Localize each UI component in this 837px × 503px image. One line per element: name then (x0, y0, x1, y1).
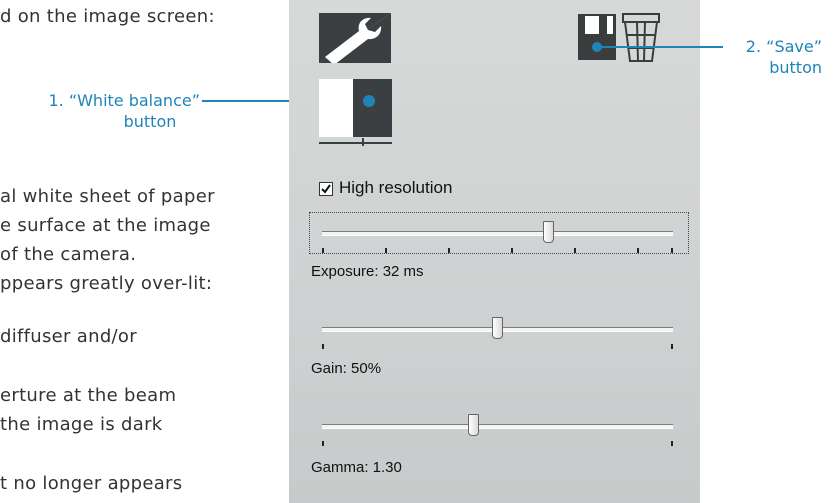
callout-subtitle: button (769, 58, 822, 77)
callout-title: 2. “Save” (745, 37, 822, 56)
save-callout: 2. “Save” button (712, 36, 822, 78)
